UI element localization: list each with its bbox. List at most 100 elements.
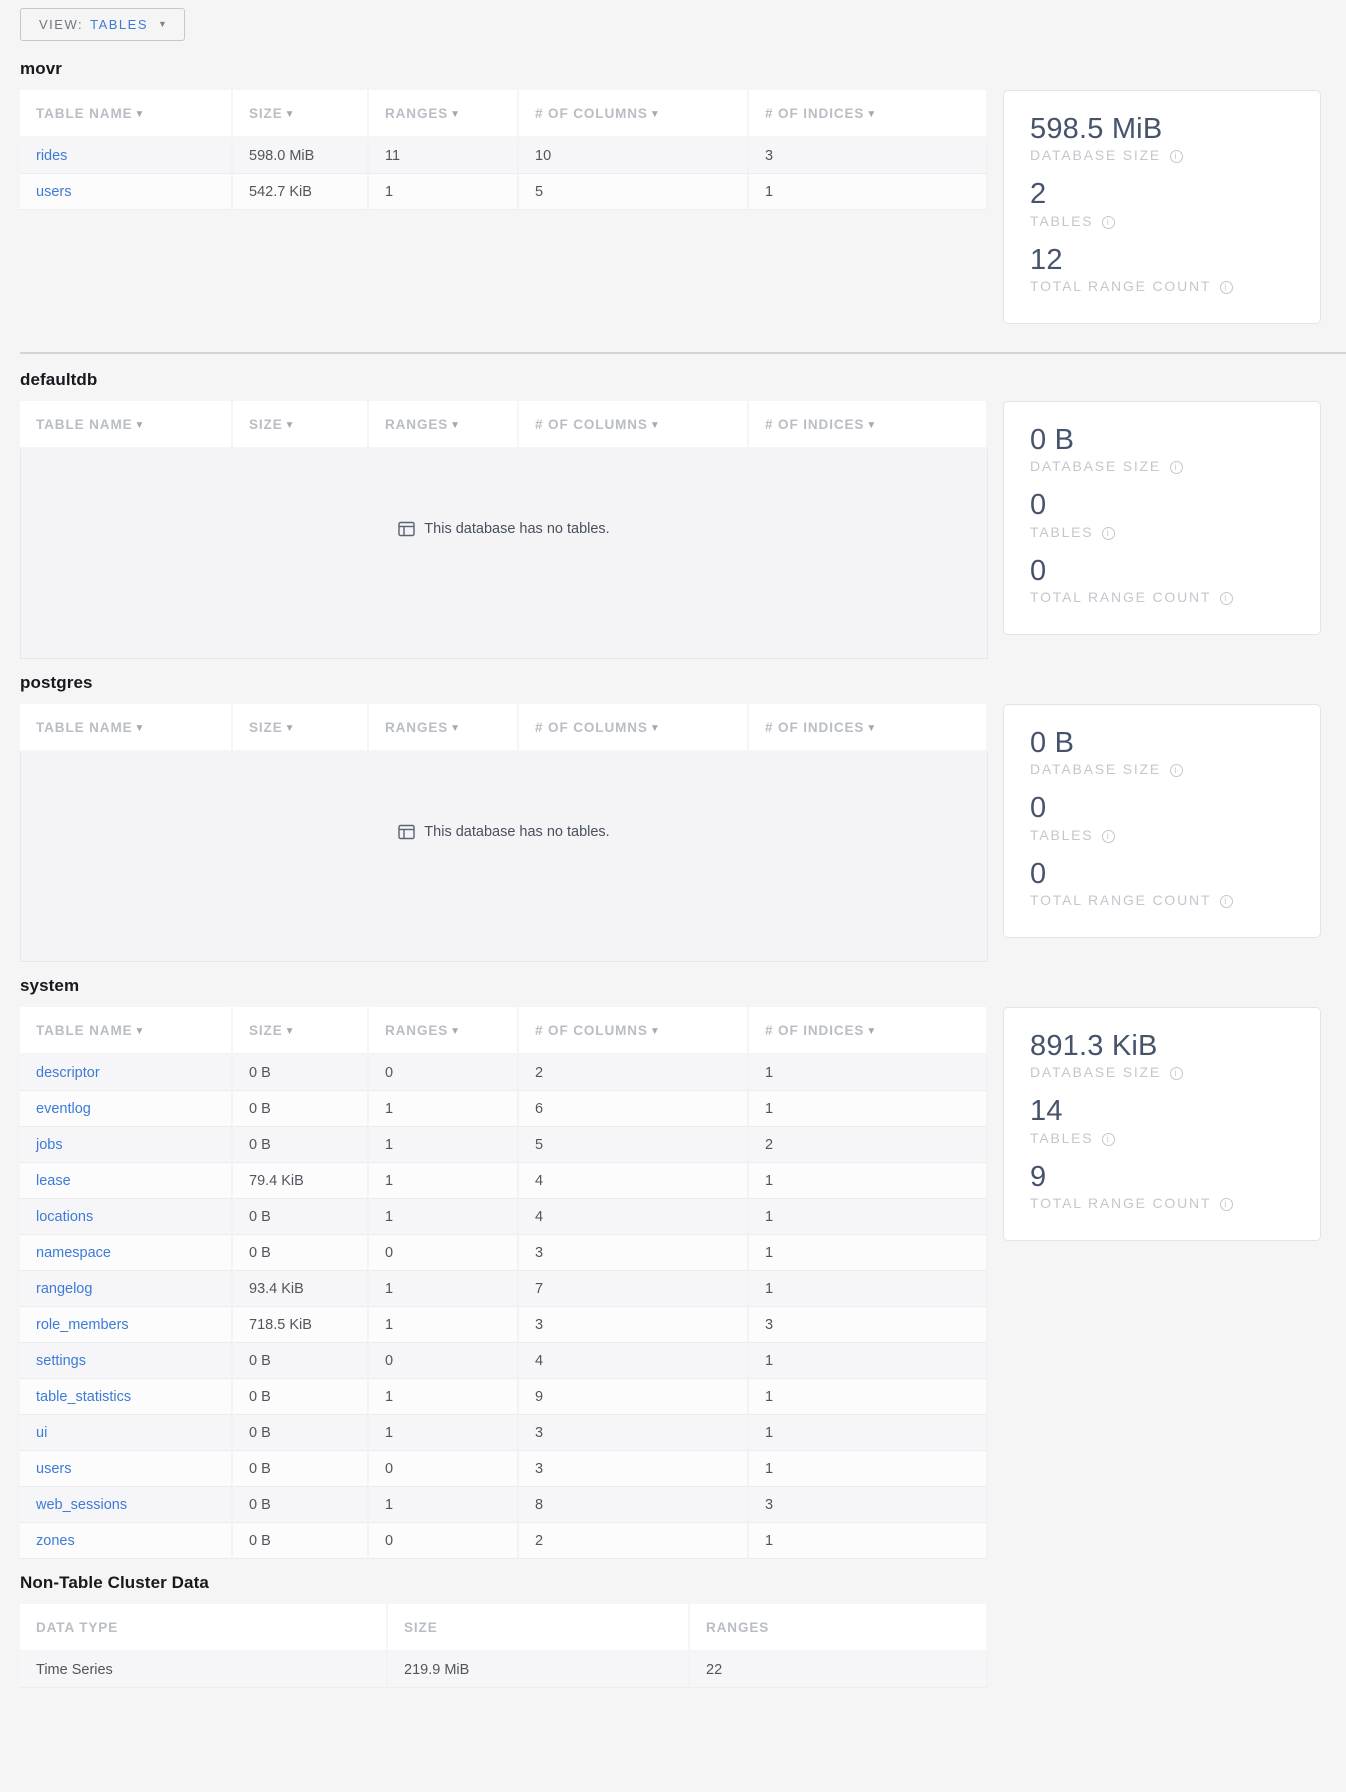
info-icon[interactable]: i	[1102, 216, 1115, 229]
table-name-link[interactable]: settings	[36, 1353, 86, 1369]
column-header[interactable]: # OF INDICES▼	[749, 401, 988, 449]
table-value-cell: 4	[519, 1343, 749, 1379]
info-icon[interactable]: i	[1220, 281, 1233, 294]
info-icon[interactable]: i	[1220, 592, 1233, 605]
database-size-label: DATABASE SIZE i	[1030, 147, 1294, 163]
empty-database-message: This database has no tables.	[20, 752, 988, 962]
table-name-link[interactable]: users	[36, 1461, 71, 1477]
table-name-link[interactable]: table_statistics	[36, 1389, 131, 1405]
table-value-cell: 718.5 KiB	[233, 1307, 369, 1343]
total-range-count-value: 12	[1030, 244, 1294, 277]
total-range-count-stat: 0 TOTAL RANGE COUNT i	[1030, 858, 1294, 908]
table-value-cell: 11	[369, 138, 519, 174]
column-header[interactable]: SIZE▼	[233, 90, 369, 138]
table-name-link[interactable]: role_members	[36, 1317, 129, 1333]
table-name-link[interactable]: locations	[36, 1209, 93, 1225]
table-value-cell: 0 B	[233, 1415, 369, 1451]
column-header[interactable]: RANGES▼	[369, 704, 519, 752]
total-range-count-value: 0	[1030, 555, 1294, 588]
table-value-cell: 1	[749, 174, 988, 210]
total-range-count-value: 0	[1030, 858, 1294, 891]
sort-descending-icon: ▼	[135, 420, 146, 431]
tables-count-stat: 14 TABLES i	[1030, 1095, 1294, 1145]
column-header[interactable]: TABLE NAME▼	[20, 90, 233, 138]
tables-count-value: 0	[1030, 792, 1294, 825]
info-icon[interactable]: i	[1102, 1133, 1115, 1146]
info-icon[interactable]: i	[1102, 527, 1115, 540]
section-divider	[20, 352, 1346, 354]
table-value-cell: 1	[749, 1379, 988, 1415]
info-icon[interactable]: i	[1220, 1198, 1233, 1211]
table-name-link[interactable]: eventlog	[36, 1101, 91, 1117]
table-name-link[interactable]: ui	[36, 1425, 47, 1441]
table-row: users0 B031	[20, 1451, 988, 1487]
table-value-cell: 1	[369, 1415, 519, 1451]
table-name-link[interactable]: rangelog	[36, 1281, 92, 1297]
ranges-cell: 22	[690, 1652, 988, 1688]
info-icon[interactable]: i	[1170, 764, 1183, 777]
database-table: TABLE NAME▼SIZE▼RANGES▼# OF COLUMNS▼# OF…	[20, 1007, 988, 1559]
sort-descending-icon: ▼	[650, 109, 661, 120]
sort-descending-icon: ▼	[650, 420, 661, 431]
table-name-cell: web_sessions	[20, 1487, 233, 1523]
database-size-label: DATABASE SIZE i	[1030, 761, 1294, 777]
table-row: users542.7 KiB151	[20, 174, 988, 210]
column-header[interactable]: TABLE NAME▼	[20, 1007, 233, 1055]
table-name-cell: settings	[20, 1343, 233, 1379]
table-name-link[interactable]: namespace	[36, 1245, 111, 1261]
column-header[interactable]: # OF INDICES▼	[749, 704, 988, 752]
table-value-cell: 1	[749, 1091, 988, 1127]
table-name-link[interactable]: descriptor	[36, 1065, 100, 1081]
column-header[interactable]: SIZE▼	[233, 1007, 369, 1055]
table-name-link[interactable]: jobs	[36, 1137, 63, 1153]
view-selector-dropdown[interactable]: VIEW: TABLES ▼	[20, 8, 185, 41]
column-header[interactable]: TABLE NAME▼	[20, 401, 233, 449]
table-value-cell: 2	[749, 1127, 988, 1163]
table-row: namespace0 B031	[20, 1235, 988, 1271]
table-value-cell: 0 B	[233, 1343, 369, 1379]
table-value-cell: 4	[519, 1199, 749, 1235]
sort-descending-icon: ▼	[450, 420, 461, 431]
total-range-count-label: TOTAL RANGE COUNT i	[1030, 589, 1294, 605]
column-header[interactable]: # OF INDICES▼	[749, 90, 988, 138]
info-icon[interactable]: i	[1170, 1067, 1183, 1080]
info-icon[interactable]: i	[1170, 461, 1183, 474]
table-value-cell: 8	[519, 1487, 749, 1523]
tables-count-label: TABLES i	[1030, 524, 1294, 540]
database-sections-container: movr TABLE NAME▼SIZE▼RANGES▼# OF COLUMNS…	[20, 59, 1346, 1559]
table-name-link[interactable]: lease	[36, 1173, 71, 1189]
column-header[interactable]: TABLE NAME▼	[20, 704, 233, 752]
table-name-cell: zones	[20, 1523, 233, 1559]
empty-message-text: This database has no tables.	[424, 824, 609, 840]
table-value-cell: 9	[519, 1379, 749, 1415]
tables-count-label: TABLES i	[1030, 213, 1294, 229]
column-header[interactable]: SIZE▼	[233, 704, 369, 752]
column-header[interactable]: SIZE▼	[233, 401, 369, 449]
table-name-link[interactable]: zones	[36, 1533, 75, 1549]
table-value-cell: 0 B	[233, 1523, 369, 1559]
sort-descending-icon: ▼	[450, 723, 461, 734]
table-value-cell: 6	[519, 1091, 749, 1127]
info-icon[interactable]: i	[1102, 830, 1115, 843]
info-icon[interactable]: i	[1220, 895, 1233, 908]
sort-descending-icon: ▼	[650, 1026, 661, 1037]
table-name-cell: jobs	[20, 1127, 233, 1163]
sort-descending-icon: ▼	[866, 1026, 877, 1037]
table-name-link[interactable]: users	[36, 184, 71, 200]
column-header[interactable]: # OF COLUMNS▼	[519, 1007, 749, 1055]
info-icon[interactable]: i	[1170, 150, 1183, 163]
column-header[interactable]: RANGES▼	[369, 90, 519, 138]
column-header[interactable]: # OF COLUMNS▼	[519, 401, 749, 449]
column-header-ranges: RANGES	[690, 1604, 988, 1652]
column-header[interactable]: # OF COLUMNS▼	[519, 704, 749, 752]
column-header[interactable]: RANGES▼	[369, 401, 519, 449]
table-value-cell: 79.4 KiB	[233, 1163, 369, 1199]
column-header[interactable]: RANGES▼	[369, 1007, 519, 1055]
table-value-cell: 3	[519, 1307, 749, 1343]
column-header[interactable]: # OF INDICES▼	[749, 1007, 988, 1055]
table-row: ui0 B131	[20, 1415, 988, 1451]
table-name-link[interactable]: rides	[36, 148, 67, 164]
table-name-link[interactable]: web_sessions	[36, 1497, 127, 1513]
column-header[interactable]: # OF COLUMNS▼	[519, 90, 749, 138]
table-value-cell: 0	[369, 1055, 519, 1091]
